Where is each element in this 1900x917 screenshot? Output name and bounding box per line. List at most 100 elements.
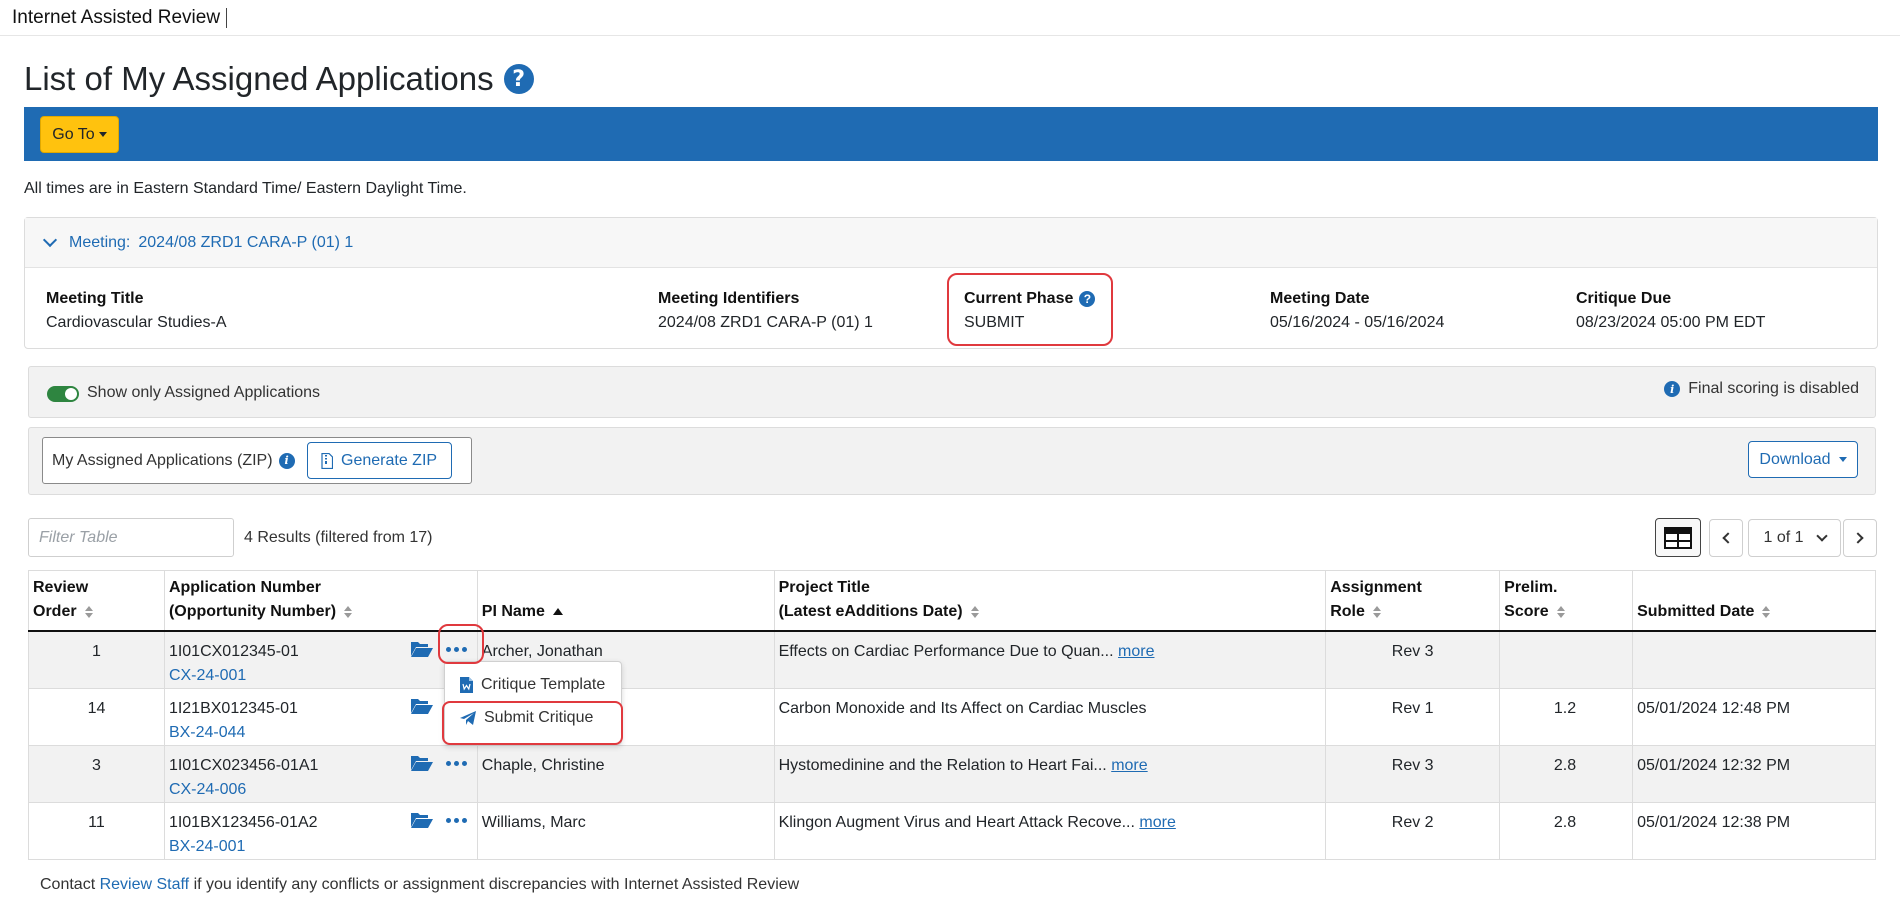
assignment-role-cell: Rev 3 [1325,745,1501,803]
caret-down-icon [98,132,107,137]
submitted-date-cell [1632,631,1876,689]
prelim-score-cell: 2.8 [1499,802,1634,860]
more-actions-highlight [438,624,484,664]
table-row: 11 1I01BX123456-01A2 BX-24-001 Williams,… [28,802,1876,860]
pi-name-cell: Williams, Marc [477,802,775,860]
opportunity-number-link[interactable]: CX-24-006 [169,778,473,802]
nav-bar: Go To [24,107,1878,161]
applications-table: Review Order Application Number (Opportu… [28,570,1876,860]
meeting-date-field: Meeting Date 05/16/2024 - 05/16/2024 [1270,290,1444,332]
folder-open-icon[interactable] [410,640,434,658]
zip-label: My Assigned Applications (ZIP) [52,451,273,469]
chevron-down-icon [1815,530,1828,542]
results-count: 4 Results (filtered from 17) [244,529,433,546]
zip-info-icon[interactable]: i [278,452,295,469]
next-page-button[interactable] [1843,519,1877,557]
more-link[interactable]: more [1139,814,1175,831]
application-number: 1I01BX123456-01A2 [168,814,318,831]
filter-table-input[interactable] [28,518,234,557]
folder-open-icon[interactable] [410,754,434,772]
opportunity-number-link[interactable]: BX-24-044 [169,721,473,745]
meeting-title-field: Meeting Title Cardiovascular Studies-A [46,290,227,332]
assigned-toggle-bar: Show only Assigned Applications i Final … [28,366,1876,418]
critique-due-value: 08/23/2024 05:00 PM EDT [1576,314,1766,331]
project-title: Klingon Augment Virus and Heart Attack R… [778,814,1135,831]
final-scoring-text: Final scoring is disabled [1688,380,1859,397]
submitted-date-cell: 05/01/2024 12:32 PM [1632,745,1876,803]
footer-suffix: if you identify any conflicts or assignm… [193,876,800,893]
column-header-pi-name[interactable]: PI Name [477,570,775,632]
submitted-date-cell: 05/01/2024 12:38 PM [1632,802,1876,860]
more-link[interactable]: more [1118,643,1154,660]
info-icon: i [1664,381,1681,397]
row-actions [410,754,469,772]
submitted-date-cell: 05/01/2024 12:48 PM [1632,688,1876,746]
assignment-role-cell: Rev 2 [1325,802,1501,860]
previous-page-button[interactable] [1709,519,1743,557]
review-order-cell: 1 [28,631,165,689]
help-icon[interactable]: ? [503,64,534,94]
zip-bar: My Assigned Applications (ZIP) i Generat… [28,427,1876,495]
app-header: Internet Assisted Review [0,0,1900,36]
header-divider [226,7,228,28]
folder-open-icon[interactable] [410,697,434,715]
chevron-left-icon [1722,532,1734,544]
review-order-cell: 11 [28,802,165,860]
assignment-role-cell: Rev 1 [1325,688,1501,746]
caret-down-icon [1838,457,1847,462]
footer-note: Contact Review Staff if you identify any… [40,876,799,894]
chevron-down-icon [42,232,58,247]
column-header-assignment-role[interactable]: Assignment Role [1325,570,1501,632]
meeting-date-value: 05/16/2024 - 05/16/2024 [1270,314,1445,331]
table-grid-icon [1664,526,1692,549]
download-button[interactable]: Download [1748,441,1858,478]
table-row: 14 1I21BX012345-01 BX-24-044 Carbon Mono… [28,688,1876,746]
project-title-cell: Hystomedinine and the Relation to Heart … [774,745,1327,803]
more-actions-icon[interactable] [444,759,469,768]
meeting-identifiers-value: 2024/08 ZRD1 CARA-P (01) 1 [658,314,873,331]
project-title-cell: Klingon Augment Virus and Heart Attack R… [774,802,1327,860]
opportunity-number-link[interactable]: CX-24-001 [169,664,473,688]
meeting-accordion-header[interactable]: Meeting: 2024/08 ZRD1 CARA-P (01) 1 [25,218,1877,268]
sort-icon [1372,605,1381,618]
column-header-project-title[interactable]: Project Title (Latest eAdditions Date) [774,570,1327,632]
page-select-value: 1 of 1 [1763,529,1804,546]
page-select[interactable]: 1 of 1 [1748,519,1841,557]
page-title-text: List of My Assigned Applications [24,60,494,97]
prelim-score-cell: 1.2 [1499,688,1634,746]
footer-prefix: Contact [40,876,96,893]
meeting-header-value: 2024/08 ZRD1 CARA-P (01) 1 [138,233,354,251]
column-header-review-order[interactable]: Review Order [28,570,165,632]
more-actions-icon[interactable] [444,816,469,825]
generate-zip-button[interactable]: Generate ZIP [306,442,452,479]
application-number-cell: 1I21BX012345-01 BX-24-044 [164,688,478,746]
project-title: Hystomedinine and the Relation to Heart … [778,757,1107,774]
assignment-role-cell: Rev 3 [1325,631,1501,689]
application-number-cell: 1I01CX012345-01 CX-24-001 [164,631,478,689]
menu-item-critique-template[interactable]: Critique Template [460,676,605,694]
table-row: 1 1I01CX012345-01 CX-24-001 Archer, Jona… [28,631,1876,689]
zip-group: My Assigned Applications (ZIP) i Generat… [42,437,472,484]
column-header-submitted-date[interactable]: Submitted Date [1632,570,1876,632]
go-to-button[interactable]: Go To [40,116,119,153]
review-staff-link[interactable]: Review Staff [100,876,190,893]
zip-file-icon [321,452,334,469]
meeting-title-value: Cardiovascular Studies-A [46,314,227,331]
prelim-score-cell: 2.8 [1499,745,1634,803]
meeting-title-label: Meeting Title [46,290,144,307]
opportunity-number-link[interactable]: BX-24-001 [169,835,473,859]
more-link[interactable]: more [1111,757,1147,774]
project-title: Effects on Cardiac Performance Due to Qu… [778,643,1114,660]
menu-item-label: Critique Template [481,676,606,693]
go-to-label: Go To [52,125,95,143]
show-assigned-toggle[interactable] [47,386,79,402]
column-header-prelim-score[interactable]: Prelim. Score [1499,570,1634,632]
chevron-right-icon [1852,532,1864,544]
app-name: Internet Assisted Review [12,6,221,28]
column-header-application-number[interactable]: Application Number (Opportunity Number) [164,570,478,632]
application-number-cell: 1I01CX023456-01A1 CX-24-006 [164,745,478,803]
current-phase-highlight [947,273,1113,346]
table-view-toggle[interactable] [1655,518,1701,557]
folder-open-icon[interactable] [410,811,434,829]
critique-due-label: Critique Due [1576,290,1672,307]
